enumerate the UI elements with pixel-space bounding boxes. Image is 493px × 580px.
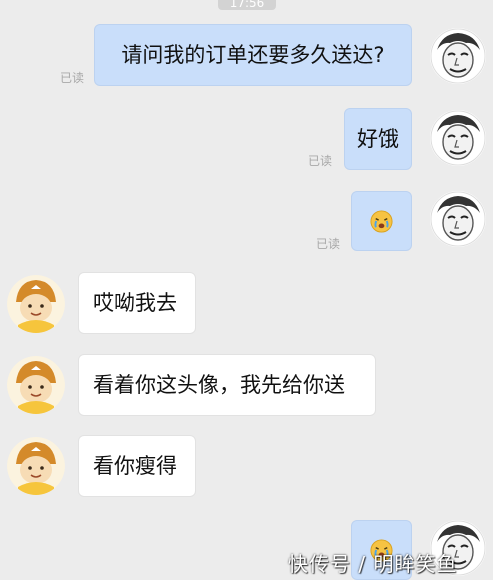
read-receipt: 已读 <box>308 154 333 168</box>
courier-cartoon-icon <box>7 356 65 414</box>
incoming-message-bubble[interactable]: 看你瘦得 <box>78 435 196 497</box>
courier-cartoon-icon <box>7 275 65 333</box>
timestamp-chip: 17:56 <box>218 0 276 10</box>
user-avatar[interactable] <box>430 191 486 247</box>
message-text: 看你瘦得 <box>93 453 177 478</box>
courier-avatar[interactable] <box>7 275 65 333</box>
courier-avatar[interactable] <box>7 437 65 495</box>
outgoing-message-bubble[interactable]: 请问我的订单还要多久送达? <box>94 24 412 86</box>
outgoing-message-bubble[interactable]: 好饿 <box>344 108 412 170</box>
watermark: 快传号 / 明眸笑鱼 <box>288 552 458 576</box>
incoming-message-bubble[interactable]: 哎呦我去 <box>78 272 196 334</box>
message-text: 好饿 <box>357 126 399 151</box>
courier-cartoon-icon <box>7 437 65 495</box>
outgoing-emoji-bubble[interactable] <box>351 191 412 251</box>
message-text: 请问我的订单还要多久送达? <box>121 42 385 67</box>
meme-face-icon <box>430 28 486 84</box>
read-receipt: 已读 <box>60 71 85 85</box>
read-receipt: 已读 <box>316 237 341 251</box>
incoming-message-bubble[interactable]: 看着你这头像，我先给你送 <box>78 354 376 416</box>
courier-avatar[interactable] <box>7 356 65 414</box>
message-text: 看着你这头像，我先给你送 <box>93 372 345 397</box>
message-text: 哎呦我去 <box>93 290 177 315</box>
meme-face-icon <box>430 191 486 247</box>
meme-face-icon <box>430 110 486 166</box>
user-avatar[interactable] <box>430 110 486 166</box>
user-avatar[interactable] <box>430 28 486 84</box>
crying-face-icon <box>370 209 393 233</box>
